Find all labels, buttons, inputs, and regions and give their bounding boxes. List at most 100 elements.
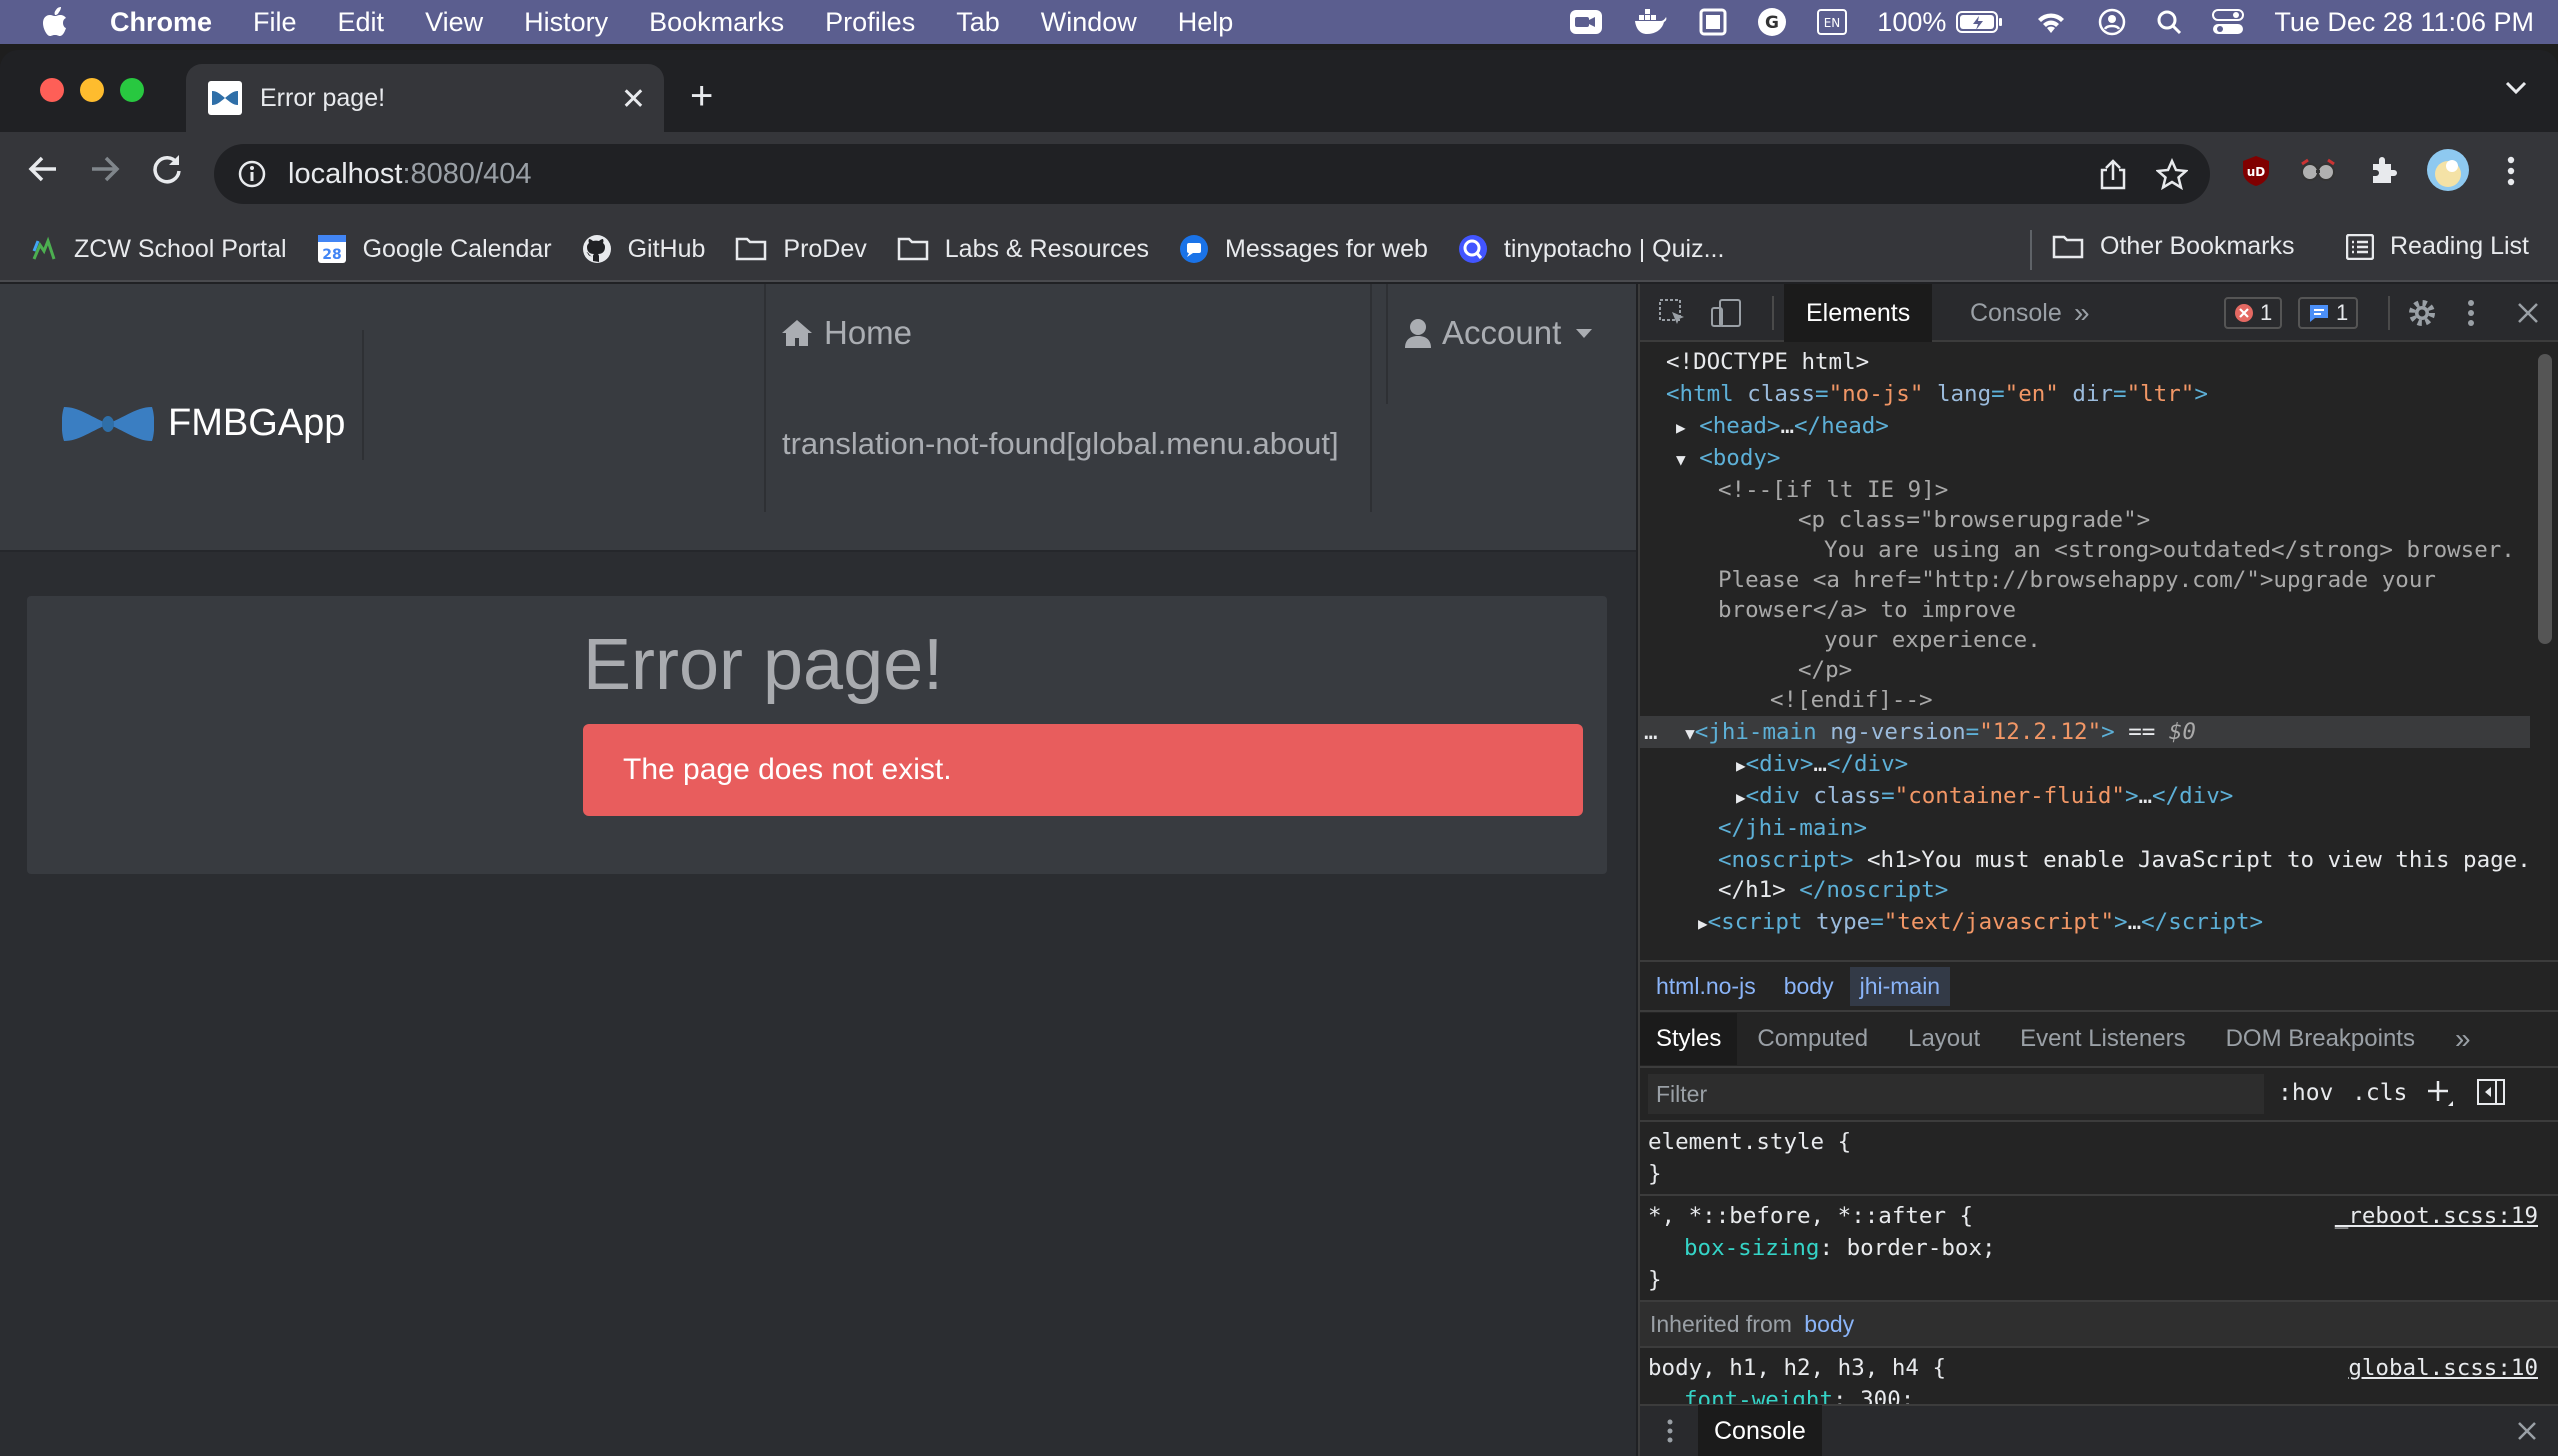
share-icon[interactable] (2098, 158, 2128, 190)
toggle-sidebar-icon[interactable] (2476, 1078, 2506, 1106)
bookmark-google-calendar[interactable]: 28 Google Calendar (317, 234, 552, 264)
browser-tab[interactable]: Error page! ✕ (186, 64, 664, 132)
dom-line-doctype[interactable]: <!DOCTYPE html> (1666, 346, 2540, 378)
address-bar[interactable]: localhost:8080/404 (214, 144, 2210, 204)
device-toolbar-icon[interactable] (1710, 284, 1742, 342)
spotlight-search-icon[interactable] (2156, 9, 2182, 35)
site-info-icon[interactable] (238, 160, 266, 188)
dom-line-body[interactable]: ▼ <body> (1676, 442, 2540, 474)
user-account-icon[interactable] (2098, 8, 2126, 36)
menu-bookmarks[interactable]: Bookmarks (649, 7, 784, 38)
tab-close-icon[interactable]: ✕ (621, 82, 646, 117)
window-icon[interactable] (1699, 8, 1727, 36)
styles-filter-input[interactable]: Filter (1648, 1074, 2264, 1114)
close-devtools-icon[interactable] (2516, 284, 2540, 342)
more-subtabs-icon[interactable]: » (2455, 1023, 2471, 1055)
menu-window[interactable]: Window (1041, 7, 1137, 38)
new-tab-button[interactable]: + (690, 74, 713, 119)
new-style-rule-icon[interactable] (2426, 1078, 2454, 1108)
battery-icon[interactable] (1956, 10, 2004, 34)
extensions-puzzle-icon[interactable] (2368, 154, 2400, 186)
close-window-button[interactable] (40, 78, 64, 102)
more-tabs-icon[interactable]: » (2074, 284, 2090, 342)
menu-profiles[interactable]: Profiles (825, 7, 915, 38)
drawer-menu-icon[interactable] (1666, 1418, 1674, 1444)
bookmark-tinypotacho-quiz[interactable]: tinypotacho | Quiz... (1458, 234, 1724, 264)
cls-toggle[interactable]: .cls (2352, 1080, 2407, 1106)
minimize-window-button[interactable] (80, 78, 104, 102)
docker-icon[interactable] (1633, 9, 1669, 35)
bookmark-folder-labs-resources[interactable]: Labs & Resources (897, 235, 1149, 264)
nav-home-link[interactable]: Home (780, 314, 912, 352)
bookmark-folder-prodev[interactable]: ProDev (735, 235, 867, 264)
zoom-window-button[interactable] (120, 78, 144, 102)
settings-gear-icon[interactable] (2406, 284, 2438, 342)
subtab-event-listeners[interactable]: Event Listeners (2020, 1025, 2185, 1053)
error-count-badge[interactable]: 1 (2224, 297, 2283, 329)
reading-list-button[interactable]: Reading List (2346, 232, 2529, 261)
wifi-icon[interactable] (2034, 9, 2068, 35)
back-button[interactable] (26, 152, 60, 186)
menu-file[interactable]: File (253, 7, 297, 38)
tab-console[interactable]: Console (1950, 284, 2082, 342)
bookmark-github[interactable]: GitHub (582, 234, 705, 264)
navbar-brand[interactable]: FMBGApp (62, 402, 345, 445)
hov-toggle[interactable]: :hov (2278, 1080, 2333, 1106)
bookmark-zcw-school-portal[interactable]: ZCW School Portal (30, 235, 287, 264)
nav-about-link[interactable]: translation-not-found[global.menu.about] (782, 426, 1339, 462)
bookmark-star-icon[interactable] (2156, 158, 2188, 190)
menu-app-name[interactable]: Chrome (110, 7, 212, 38)
bookmark-other-bookmarks[interactable]: Other Bookmarks (2052, 232, 2295, 261)
dom-line-noscript[interactable]: <noscript> <h1>You must enable JavaScrip… (1718, 844, 2540, 876)
menu-edit[interactable]: Edit (338, 7, 385, 38)
rule-universal[interactable]: *, *::before, *::after { _reboot.scss:19… (1640, 1196, 2558, 1302)
subtab-styles[interactable]: Styles (1640, 1013, 1738, 1065)
breadcrumb-body[interactable]: body (1784, 973, 1834, 1000)
inherited-from-link[interactable]: body (1804, 1311, 1854, 1337)
menubar-clock[interactable]: Tue Dec 28 11:06 PM (2274, 7, 2534, 38)
subtab-layout[interactable]: Layout (1908, 1025, 1980, 1053)
bookmark-messages-for-web[interactable]: Messages for web (1179, 234, 1428, 264)
input-method-icon[interactable]: EN (1817, 9, 1848, 35)
dom-line-head[interactable]: ▶ <head>…</head> (1676, 410, 2540, 442)
rule-element-style[interactable]: element.style { } (1640, 1122, 2558, 1196)
video-camera-icon[interactable] (1569, 9, 1603, 35)
chrome-menu-icon[interactable] (2504, 154, 2518, 188)
subtab-computed[interactable]: Computed (1757, 1025, 1868, 1053)
message-count-badge[interactable]: 1 (2298, 297, 2359, 329)
breadcrumb-html[interactable]: html.no-js (1656, 973, 1756, 1000)
grammarly-icon[interactable]: G (1757, 7, 1787, 37)
dom-line-comment[interactable]: <!--[if lt IE 9]> (1718, 474, 2540, 506)
reload-button[interactable] (150, 152, 184, 186)
dom-line-div[interactable]: ▶<div>…</div> (1736, 748, 2540, 780)
dom-line-jhi-main-close[interactable]: </jhi-main> (1718, 812, 2540, 844)
control-center-icon[interactable] (2212, 8, 2245, 36)
dom-line-container-fluid[interactable]: ▶<div class="container-fluid">…</div> (1736, 780, 2540, 812)
forward-button[interactable] (88, 152, 122, 186)
dom-line-script[interactable]: ▶<script type="text/javascript">…</scrip… (1698, 906, 2540, 936)
apple-menu-icon[interactable] (0, 7, 110, 37)
glasses-extension-icon[interactable] (2300, 156, 2336, 186)
menu-history[interactable]: History (524, 7, 608, 38)
rule-source-link[interactable]: _reboot.scss:19 (2335, 1200, 2538, 1232)
tab-elements[interactable]: Elements (1784, 284, 1933, 342)
inspect-element-icon[interactable] (1658, 284, 1688, 342)
menu-view[interactable]: View (425, 7, 483, 38)
breadcrumb-jhi-main[interactable]: jhi-main (1849, 966, 1951, 1006)
nav-account-dropdown[interactable]: Account (1404, 314, 1593, 352)
dom-tree-scrollbar[interactable] (2538, 354, 2552, 644)
menu-help[interactable]: Help (1178, 7, 1234, 38)
dom-line-html[interactable]: <html class="no-js" lang="en" dir="ltr"> (1666, 378, 2540, 410)
ublock-extension-icon[interactable]: uD (2240, 154, 2272, 188)
dom-line-jhi-main-selected[interactable]: … ▼<jhi-main ng-version="12.2.12"> == $0 (1640, 716, 2530, 748)
customize-devtools-icon[interactable] (2466, 284, 2476, 342)
subtab-dom-breakpoints[interactable]: DOM Breakpoints (2226, 1025, 2415, 1053)
menu-tab[interactable]: Tab (956, 7, 1000, 38)
error-count: 1 (2260, 300, 2273, 325)
tab-search-chevron-icon[interactable] (2504, 80, 2528, 96)
rule-source-link[interactable]: global.scss:10 (2348, 1352, 2538, 1384)
drawer-tab-console[interactable]: Console (1698, 1404, 1822, 1456)
profile-avatar[interactable] (2426, 148, 2470, 192)
style-declaration[interactable]: box-sizing: border-box; (1648, 1232, 2550, 1264)
close-drawer-icon[interactable] (2516, 1420, 2538, 1442)
